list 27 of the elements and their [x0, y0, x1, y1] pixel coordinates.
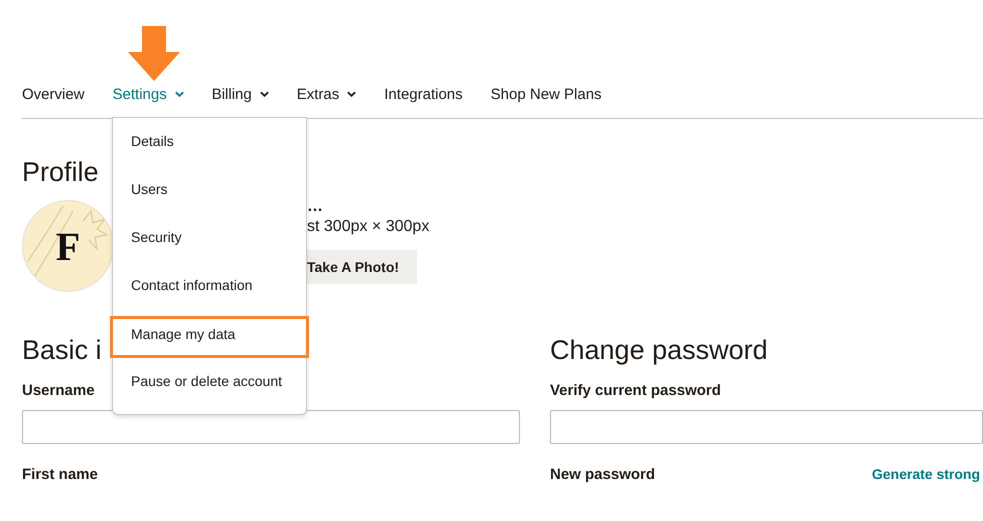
- menu-item[interactable]: Security: [113, 216, 306, 264]
- section-heading: Basic i: [22, 334, 102, 367]
- profile-title: …: [307, 198, 323, 217]
- menu-item[interactable]: Contact information: [113, 264, 306, 312]
- photo-hint: st 300px × 300px: [307, 218, 430, 237]
- menu-item[interactable]: Details: [113, 120, 306, 168]
- section-heading: Change password: [550, 334, 768, 367]
- menu-item[interactable]: Users: [113, 168, 306, 216]
- nav-tab[interactable]: Billing: [212, 84, 269, 104]
- nav-tab[interactable]: Overview: [22, 84, 85, 104]
- generate-link[interactable]: Generate strong: [872, 466, 980, 482]
- section-heading: Profile: [22, 156, 99, 189]
- input-field[interactable]: [22, 410, 520, 444]
- input-field[interactable]: [550, 410, 983, 444]
- nav-tab[interactable]: Settings: [112, 84, 184, 104]
- take-photo-button[interactable]: Take A Photo!: [307, 250, 418, 284]
- menu-item[interactable]: Manage my data: [110, 316, 309, 358]
- nav-tab[interactable]: Shop New Plans: [490, 84, 602, 104]
- nav-tab[interactable]: Integrations: [384, 84, 463, 104]
- menu-item[interactable]: Pause or delete account: [113, 360, 306, 408]
- nav-tab[interactable]: Extras: [296, 84, 356, 104]
- field-label: First name: [22, 466, 98, 482]
- field-label: Verify current password: [550, 382, 721, 398]
- avatar-initial: F: [56, 222, 80, 270]
- field-label: New password: [550, 466, 656, 482]
- field-label: Username: [22, 382, 95, 398]
- arrow-icon: [128, 26, 180, 81]
